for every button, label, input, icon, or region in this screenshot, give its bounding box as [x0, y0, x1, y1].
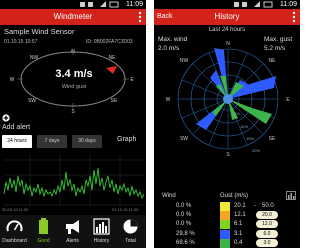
tab-7-days[interactable]: 7 days	[37, 135, 67, 148]
legend-swatch	[220, 202, 230, 211]
battery-icon	[39, 218, 48, 234]
legend-upper-badge[interactable]: 12.0	[256, 220, 278, 229]
status-icons	[234, 1, 273, 8]
legend-swatch	[220, 229, 230, 239]
compass-nw: NW	[30, 55, 39, 61]
status-bar: 11:09	[154, 0, 300, 9]
chart-date-start: 30.09.15 11:00	[2, 207, 29, 212]
compass-se: SE	[269, 136, 276, 142]
app-title: Windmeter	[53, 12, 93, 21]
overflow-menu-icon[interactable]	[290, 11, 298, 23]
legend-lower-bound: 6.1	[234, 221, 243, 228]
bottom-nav: Dashboard Good Alerts History Total	[0, 215, 146, 248]
wind-direction-arrow	[106, 66, 117, 74]
nav-total[interactable]: Total	[116, 215, 145, 248]
sensor-id: ID: 0B002FA7C3D03	[86, 39, 133, 45]
nav-label-battery: Good	[37, 238, 50, 244]
legend-swatch	[220, 220, 230, 230]
graph-label[interactable]: Graph	[117, 136, 136, 143]
tab-30-days[interactable]: 30 days	[72, 135, 102, 148]
compass-s: S	[226, 152, 230, 158]
nav-dashboard[interactable]: Dashboard	[0, 215, 29, 248]
status-icons	[80, 1, 119, 8]
add-alert-icon[interactable]	[2, 114, 10, 122]
wind-gust-label: Wind gust	[61, 84, 87, 90]
status-bar: 11:09	[0, 0, 146, 9]
legend-range-separator: -	[254, 203, 256, 209]
ring-label-15: 15%	[246, 136, 254, 141]
gauge-icon	[6, 220, 23, 232]
compass-e: E	[286, 97, 290, 103]
compass-w: W	[10, 77, 15, 83]
legend-percent: 29.8 %	[176, 230, 195, 237]
app-bar: Windmeter	[0, 9, 146, 25]
sensor-date: 01.10.15 10:57	[4, 39, 38, 45]
nav-battery[interactable]: Good	[29, 215, 58, 248]
legend-lower-bound: 3.1	[234, 230, 243, 237]
legend-upper-bound: 50.0	[262, 203, 274, 209]
compass-nw: NW	[180, 58, 189, 64]
compass-w: W	[166, 97, 171, 103]
megaphone-icon	[66, 220, 79, 234]
windmeter-screen: 11:09 Windmeter Sample Wind Sensor 01.10…	[0, 0, 146, 248]
history-icon	[93, 218, 110, 235]
wind-rose-petals	[196, 48, 276, 130]
period-label: Last 24 hours	[208, 27, 246, 33]
legend-row: 69.6 % 0.4 3.0	[154, 238, 300, 248]
status-time: 11:09	[126, 1, 143, 8]
legend-gust-header: Gust (m/s)	[220, 193, 248, 199]
app-bar: Back History	[154, 9, 300, 25]
wind-compass: N NE E SE S SW W NW	[10, 49, 134, 115]
overflow-menu-icon[interactable]	[136, 11, 144, 23]
nav-history[interactable]: History	[87, 215, 116, 248]
nav-label-alerts: Alerts	[66, 238, 79, 244]
wind-history-chart	[3, 155, 145, 206]
legend-swatch	[220, 238, 230, 248]
compass-ne: NE	[269, 58, 277, 64]
legend-percent: 0.0 %	[176, 212, 192, 219]
wind-rose: N NE E SE S SW W NW 5% 10% 15% 20%	[166, 41, 291, 158]
tab-24-hours[interactable]: 24 hours	[2, 135, 32, 148]
legend-upper-badge[interactable]: 6.0	[256, 229, 278, 238]
nav-alerts[interactable]: Alerts	[58, 215, 87, 248]
legend-lower-bound: 0.4	[234, 239, 243, 246]
legend-swatch	[220, 211, 230, 221]
legend-percent: 0.0 %	[176, 203, 192, 209]
chart-toggle-icon[interactable]	[286, 191, 296, 200]
wind-speed-value: 3.4 m/s	[55, 68, 93, 80]
ring-label-10: 10%	[240, 124, 248, 129]
compass-s: S	[71, 109, 75, 115]
ring-label-5: 5%	[234, 111, 240, 116]
legend-upper-badge[interactable]: 3.0	[256, 238, 278, 247]
compass-sw: SW	[28, 98, 36, 104]
compass-n: N	[71, 49, 75, 55]
compass-e: E	[130, 77, 134, 83]
compass-n: N	[226, 41, 230, 47]
legend-upper-badge[interactable]: 20.0	[256, 211, 278, 220]
legend-wind-header: Wind	[162, 193, 176, 199]
wind-series-line	[3, 167, 145, 200]
ring-label-20: 20%	[252, 148, 260, 153]
legend-percent: 0.0 %	[176, 221, 192, 228]
legend-lower-bound: 20.1	[234, 203, 246, 209]
history-screen: 11:09 Back History Last 24 hours Max. wi…	[154, 0, 300, 248]
sensor-name: Sample Wind Sensor	[4, 27, 75, 36]
legend-lower-bound: 12.1	[234, 212, 246, 219]
pie-chart-icon	[123, 219, 138, 234]
nav-label-history: History	[93, 238, 110, 244]
app-title: History	[214, 12, 240, 21]
nav-label-total: Total	[125, 238, 136, 244]
status-time: 11:09	[280, 1, 297, 8]
compass-se: SE	[111, 98, 118, 104]
compass-ne: NE	[109, 55, 117, 61]
add-alert-label[interactable]: Add alert	[2, 124, 30, 131]
nav-label-dashboard: Dashboard	[2, 238, 27, 244]
chart-date-end: 01.10.15 11:00	[112, 207, 139, 212]
legend-percent: 69.6 %	[176, 239, 195, 246]
compass-sw: SW	[180, 136, 188, 142]
